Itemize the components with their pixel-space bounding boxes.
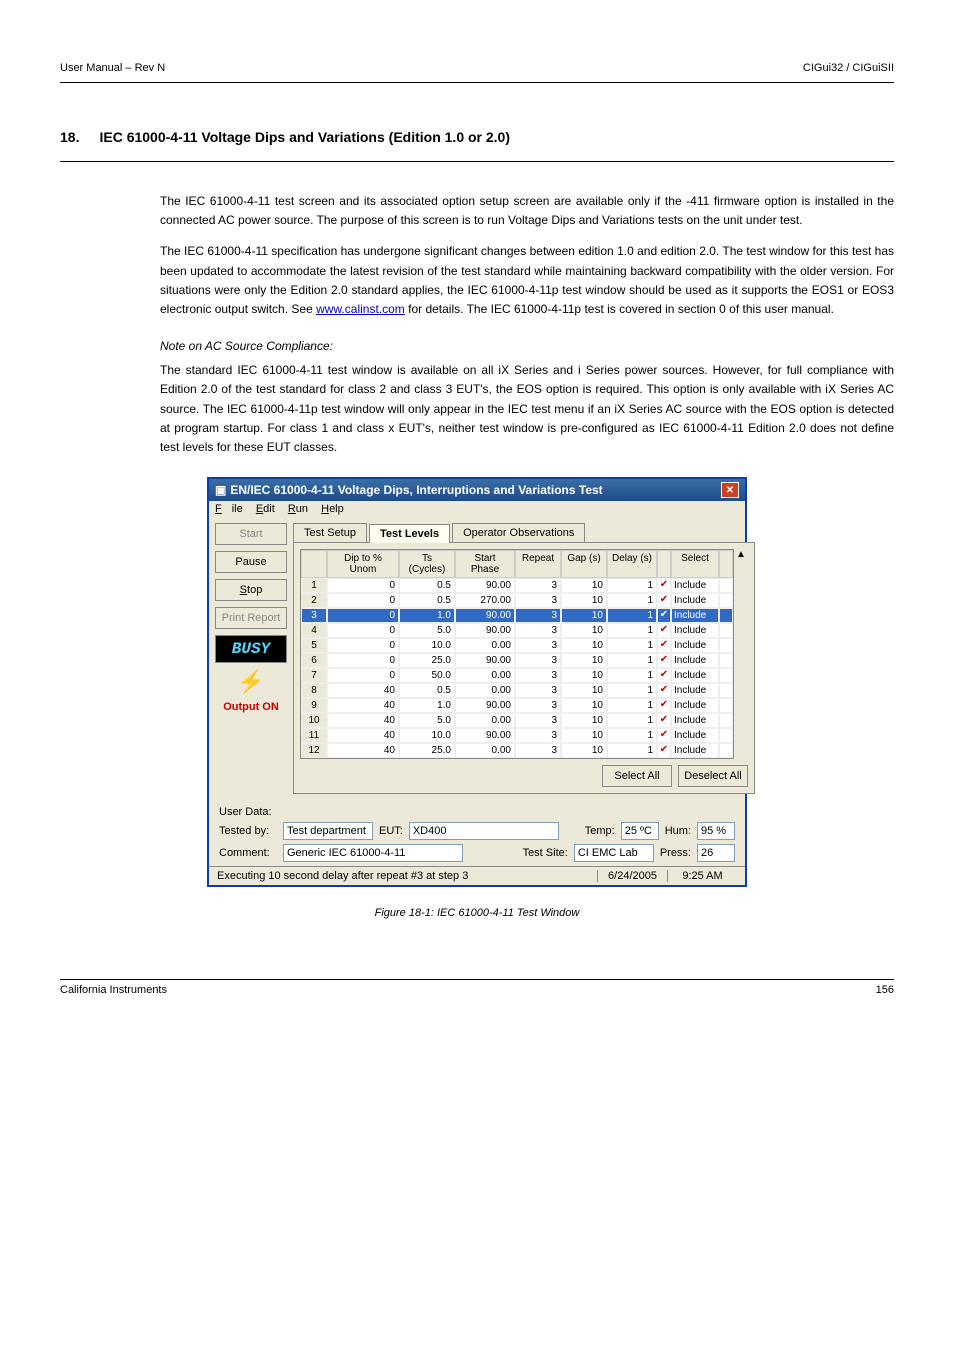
start-button[interactable]: Start — [215, 523, 287, 545]
paragraph-1: The IEC 61000-4-11 test screen and its a… — [160, 192, 894, 230]
include-checkbox[interactable]: ✔ — [657, 653, 671, 668]
output-on-label: Output ON — [223, 701, 279, 713]
figure-caption: Figure 18-1: IEC 61000-4-11 Test Window — [60, 907, 894, 919]
include-checkbox[interactable]: ✔ — [657, 743, 671, 758]
table-row[interactable]: 200.5270.003101✔Include — [301, 593, 733, 608]
include-checkbox[interactable]: ✔ — [657, 668, 671, 683]
grid-scrollbar[interactable]: ▲ — [734, 549, 748, 759]
temp-label: Temp: — [585, 825, 615, 837]
column-header[interactable] — [657, 550, 671, 578]
busy-indicator: BUSY — [215, 635, 287, 663]
header-left: User Manual – Rev N — [60, 62, 165, 74]
menu-bar: File Edit Run Help — [209, 501, 745, 517]
tab-operator-observations[interactable]: Operator Observations — [452, 523, 585, 542]
app-icon: ▣ — [215, 483, 226, 497]
include-checkbox[interactable]: ✔ — [657, 608, 671, 623]
status-date: 6/24/2005 — [597, 870, 667, 882]
pause-button[interactable]: Pause — [215, 551, 287, 573]
include-checkbox[interactable]: ✔ — [657, 593, 671, 608]
include-checkbox[interactable]: ✔ — [657, 578, 671, 593]
testsite-input[interactable] — [574, 844, 654, 862]
table-row[interactable]: 405.090.003101✔Include — [301, 623, 733, 638]
column-header[interactable] — [719, 550, 733, 578]
title-bar[interactable]: ▣ EN/IEC 61000-4-11 Voltage Dips, Interr… — [209, 479, 745, 501]
include-checkbox[interactable]: ✔ — [657, 683, 671, 698]
comment-input[interactable] — [283, 844, 463, 862]
press-input[interactable] — [697, 844, 735, 862]
table-row[interactable]: 124025.00.003101✔Include — [301, 743, 733, 758]
column-header[interactable]: Delay (s) — [607, 550, 657, 578]
tab-test-levels[interactable]: Test Levels — [369, 524, 450, 543]
column-header[interactable]: Ts (Cycles) — [399, 550, 455, 578]
section-title: IEC 61000-4-11 Voltage Dips and Variatio… — [99, 129, 510, 145]
footer-left: California Instruments — [60, 984, 167, 996]
temp-input[interactable] — [621, 822, 659, 840]
include-checkbox[interactable]: ✔ — [657, 623, 671, 638]
column-header[interactable]: Gap (s) — [561, 550, 607, 578]
stop-button[interactable]: Stop — [215, 579, 287, 601]
calinst-link[interactable]: www.calinst.com — [316, 302, 405, 316]
table-row[interactable]: 6025.090.003101✔Include — [301, 653, 733, 668]
include-checkbox[interactable]: ✔ — [657, 698, 671, 713]
tested-by-input[interactable] — [283, 822, 373, 840]
compliance-heading: Note on AC Source Compliance: — [160, 339, 894, 353]
menu-run[interactable]: Run — [288, 503, 308, 515]
paragraph-3: The standard IEC 61000-4-11 test window … — [160, 361, 894, 457]
paragraph-2: The IEC 61000-4-11 specification has und… — [160, 242, 894, 319]
table-row[interactable]: 301.090.003101✔Include — [301, 608, 733, 623]
table-row[interactable]: 114010.090.003101✔Include — [301, 728, 733, 743]
bolt-icon: ⚡ — [237, 669, 264, 695]
print-report-button[interactable]: Print Report — [215, 607, 287, 629]
page-number: 156 — [876, 984, 894, 996]
status-time: 9:25 AM — [667, 870, 737, 882]
close-icon[interactable]: ✕ — [721, 482, 739, 498]
column-header[interactable]: Start Phase — [455, 550, 515, 578]
table-row[interactable]: 10405.00.003101✔Include — [301, 713, 733, 728]
status-text: Executing 10 second delay after repeat #… — [217, 870, 597, 882]
comment-label: Comment: — [219, 847, 277, 859]
tested-by-label: Tested by: — [219, 825, 277, 837]
testsite-label: Test Site: — [523, 847, 568, 859]
tab-test-setup[interactable]: Test Setup — [293, 523, 367, 542]
menu-file[interactable]: File — [215, 503, 243, 515]
menu-help[interactable]: Help — [321, 503, 344, 515]
column-header[interactable]: Select — [671, 550, 719, 578]
table-row[interactable]: 100.590.003101✔Include — [301, 578, 733, 593]
dialog-window: ▣ EN/IEC 61000-4-11 Voltage Dips, Interr… — [207, 477, 747, 887]
deselect-all-button[interactable]: Deselect All — [678, 765, 748, 787]
window-title: EN/IEC 61000-4-11 Voltage Dips, Interrup… — [230, 483, 602, 497]
column-header[interactable]: Repeat — [515, 550, 561, 578]
include-checkbox[interactable]: ✔ — [657, 728, 671, 743]
press-label: Press: — [660, 847, 691, 859]
include-checkbox[interactable]: ✔ — [657, 713, 671, 728]
header-right: CIGui32 / CIGuiSII — [803, 62, 894, 74]
table-row[interactable]: 7050.00.003101✔Include — [301, 668, 733, 683]
eut-label: EUT: — [379, 825, 403, 837]
section-number: 18. — [60, 129, 79, 145]
select-all-button[interactable]: Select All — [602, 765, 672, 787]
hum-input[interactable] — [697, 822, 735, 840]
user-data-label: User Data: — [219, 806, 735, 818]
table-row[interactable]: 8400.50.003101✔Include — [301, 683, 733, 698]
table-row[interactable]: 5010.00.003101✔Include — [301, 638, 733, 653]
test-levels-grid[interactable]: Dip to % UnomTs (Cycles)Start PhaseRepea… — [300, 549, 734, 759]
column-header[interactable]: Dip to % Unom — [327, 550, 399, 578]
hum-label: Hum: — [665, 825, 691, 837]
column-header[interactable] — [301, 550, 327, 578]
include-checkbox[interactable]: ✔ — [657, 638, 671, 653]
table-row[interactable]: 9401.090.003101✔Include — [301, 698, 733, 713]
menu-edit[interactable]: Edit — [256, 503, 275, 515]
eut-input[interactable] — [409, 822, 559, 840]
